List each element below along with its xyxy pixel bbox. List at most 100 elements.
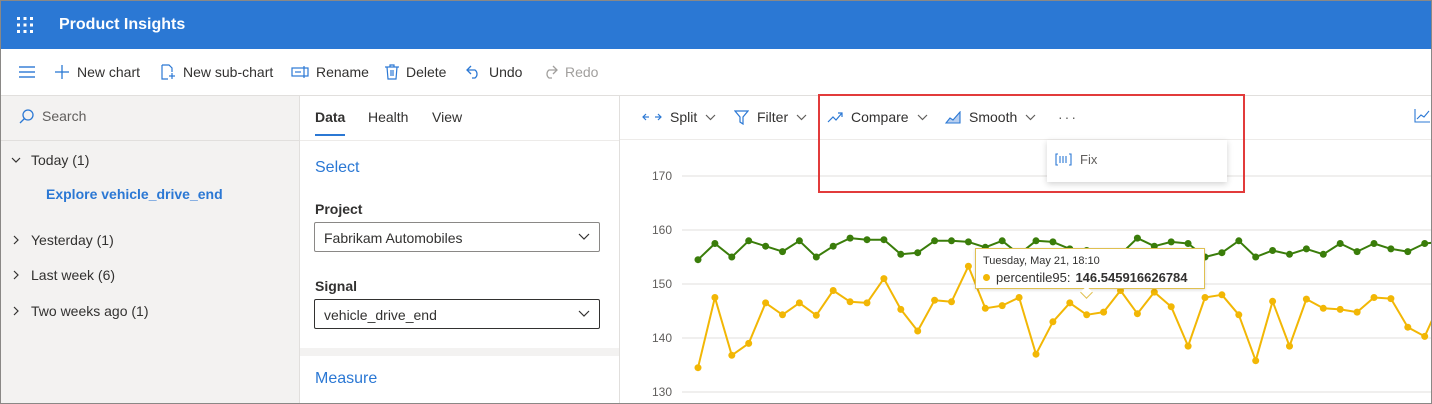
redo-button[interactable]: Redo <box>542 62 598 82</box>
data-point[interactable] <box>948 237 955 245</box>
data-point[interactable] <box>694 256 702 264</box>
data-point[interactable] <box>846 298 854 306</box>
data-point[interactable] <box>964 238 972 246</box>
data-point[interactable] <box>1167 238 1175 246</box>
data-point[interactable] <box>1353 248 1361 256</box>
data-point[interactable] <box>1286 342 1293 350</box>
compare-button[interactable]: Compare <box>827 109 928 125</box>
data-point[interactable] <box>795 299 803 307</box>
data-point[interactable] <box>1235 237 1243 245</box>
data-point[interactable] <box>1083 311 1091 319</box>
data-point[interactable] <box>1353 308 1361 316</box>
data-point[interactable] <box>897 250 905 258</box>
data-point[interactable] <box>762 242 770 250</box>
data-point[interactable] <box>863 299 871 307</box>
data-point[interactable] <box>1066 299 1074 307</box>
smooth-button[interactable]: Smooth <box>945 109 1036 125</box>
data-point[interactable] <box>711 294 719 301</box>
data-point[interactable] <box>1269 247 1277 254</box>
filter-button[interactable]: Filter <box>734 109 807 125</box>
group-two-weeks-ago[interactable]: Two weeks ago (1) <box>11 303 149 319</box>
data-point[interactable] <box>1370 294 1378 301</box>
data-point[interactable] <box>1387 295 1395 303</box>
data-point[interactable] <box>846 234 854 242</box>
tab-data[interactable]: Data <box>315 109 345 125</box>
data-point[interactable] <box>1269 297 1277 305</box>
hamburger-menu-button[interactable] <box>19 62 42 82</box>
data-point[interactable] <box>1302 295 1310 303</box>
tab-view[interactable]: View <box>432 109 462 125</box>
data-point[interactable] <box>1133 234 1141 242</box>
data-point[interactable] <box>1387 245 1395 253</box>
data-point[interactable] <box>863 236 871 244</box>
data-point[interactable] <box>762 299 770 307</box>
data-point[interactable] <box>1319 250 1327 258</box>
data-point[interactable] <box>728 253 736 261</box>
data-point[interactable] <box>981 304 989 312</box>
data-point[interactable] <box>948 298 955 306</box>
data-point[interactable] <box>1370 240 1378 247</box>
line-chart-icon[interactable] <box>1414 109 1430 123</box>
data-point[interactable] <box>779 248 786 256</box>
data-point[interactable] <box>1421 240 1429 247</box>
data-point[interactable] <box>1421 332 1429 340</box>
history-item-explore[interactable]: Explore vehicle_drive_end <box>46 186 223 202</box>
data-point[interactable] <box>829 287 837 294</box>
data-point[interactable] <box>1218 291 1226 299</box>
data-point[interactable] <box>779 311 786 319</box>
data-point[interactable] <box>711 240 719 247</box>
data-point[interactable] <box>1032 350 1040 358</box>
more-options-button[interactable]: ··· <box>1058 109 1078 125</box>
data-point[interactable] <box>1302 245 1310 253</box>
data-point[interactable] <box>914 249 922 257</box>
delete-button[interactable]: Delete <box>385 62 446 82</box>
data-point[interactable] <box>998 237 1006 245</box>
group-today[interactable]: Today (1) <box>11 152 89 168</box>
data-point[interactable] <box>1218 249 1226 257</box>
new-sub-chart-button[interactable]: New sub-chart <box>160 62 273 82</box>
tab-health[interactable]: Health <box>368 109 408 125</box>
data-point[interactable] <box>1235 311 1243 319</box>
data-point[interactable] <box>745 339 753 347</box>
data-point[interactable] <box>914 327 922 335</box>
data-point[interactable] <box>1252 253 1260 261</box>
data-point[interactable] <box>998 302 1006 310</box>
data-point[interactable] <box>1201 294 1209 301</box>
data-point[interactable] <box>1336 240 1344 247</box>
search-box[interactable]: Search <box>19 108 86 124</box>
app-launcher-icon[interactable] <box>17 17 33 33</box>
data-point[interactable] <box>1150 288 1158 296</box>
data-point[interactable] <box>1286 250 1293 258</box>
data-point[interactable] <box>1404 248 1412 256</box>
data-point[interactable] <box>694 364 702 372</box>
data-point[interactable] <box>745 237 753 245</box>
data-point[interactable] <box>1404 323 1412 331</box>
data-point[interactable] <box>829 242 837 250</box>
data-point[interactable] <box>1100 308 1108 316</box>
data-point[interactable] <box>931 296 939 304</box>
data-point[interactable] <box>931 237 939 245</box>
data-point[interactable] <box>1184 240 1192 247</box>
split-button[interactable]: Split <box>642 109 716 125</box>
data-point[interactable] <box>812 311 820 319</box>
group-yesterday[interactable]: Yesterday (1) <box>11 232 114 248</box>
signal-dropdown[interactable]: vehicle_drive_end <box>314 299 600 329</box>
data-point[interactable] <box>1252 357 1260 365</box>
new-chart-button[interactable]: New chart <box>54 62 140 82</box>
fix-menu-item[interactable]: Fix <box>1055 152 1097 167</box>
data-point[interactable] <box>1049 318 1057 326</box>
data-point[interactable] <box>1336 305 1344 313</box>
data-point[interactable] <box>1133 310 1141 318</box>
group-last-week[interactable]: Last week (6) <box>11 267 115 283</box>
data-point[interactable] <box>1032 237 1040 245</box>
rename-button[interactable]: Rename <box>291 62 369 82</box>
data-point[interactable] <box>1184 342 1192 350</box>
data-point[interactable] <box>1015 294 1023 301</box>
data-point[interactable] <box>812 253 820 261</box>
data-point[interactable] <box>897 305 905 313</box>
undo-button[interactable]: Undo <box>466 62 522 82</box>
data-point[interactable] <box>1319 304 1327 312</box>
data-point[interactable] <box>1167 303 1175 311</box>
data-point[interactable] <box>1049 238 1057 246</box>
project-dropdown[interactable]: Fabrikam Automobiles <box>314 222 600 252</box>
